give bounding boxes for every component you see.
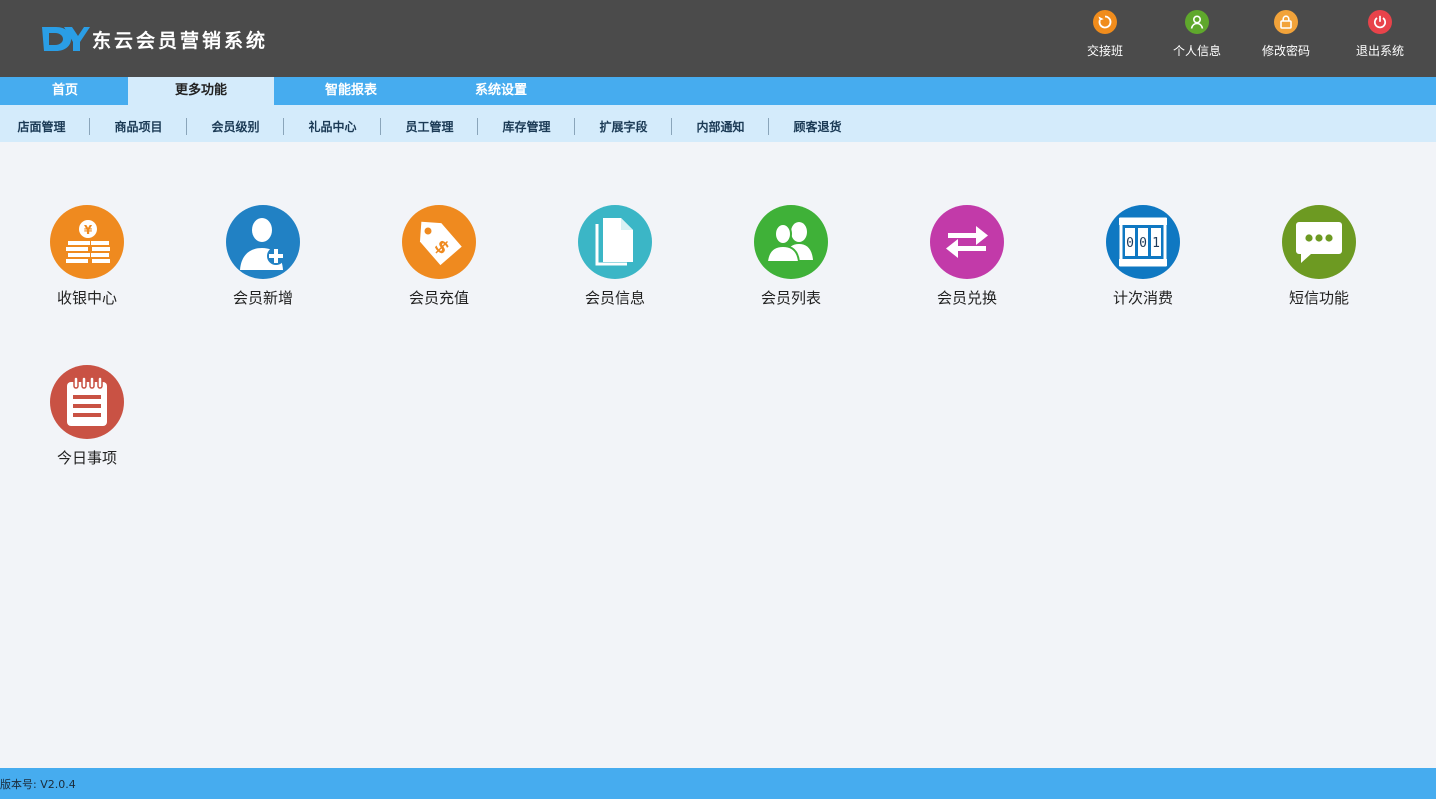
power-icon [1368,10,1392,34]
app-title: 东云会员营销系统 [92,29,269,52]
tab-smart-reports[interactable]: 智能报表 [278,77,424,105]
subnav-store-management[interactable]: 店面管理 [0,105,90,142]
tile-count-consumption[interactable]: 0 0 1 计次消费 [1083,205,1203,308]
subnav-products[interactable]: 商品项目 [90,105,187,142]
tab-more-functions[interactable]: 更多功能 [128,77,274,105]
tile-label: 今日事项 [56,449,117,467]
exchange-icon [930,205,1004,279]
svg-text:¥: ¥ [84,223,93,237]
handover-label: 交接班 [1086,44,1123,58]
tile-today-tasks[interactable]: 今日事项 [27,365,147,468]
tile-add-member[interactable]: 会员新增 [203,205,323,308]
tab-home[interactable]: 首页 [0,77,130,105]
tile-label: 收银中心 [56,289,117,307]
price-tag-icon: $ [402,205,476,279]
users-icon [754,205,828,279]
subnav-internal-notices[interactable]: 内部通知 [672,105,769,142]
version-label: 版本号: V2.0.4 [0,778,76,791]
add-user-icon [226,205,300,279]
notepad-icon [50,365,124,439]
handover-button[interactable]: 交接班 [1065,10,1145,59]
tile-member-list[interactable]: 会员列表 [731,205,851,308]
subnav-extended-fields[interactable]: 扩展字段 [575,105,672,142]
user-icon [1185,10,1209,34]
subnav-staff-management[interactable]: 员工管理 [381,105,478,142]
message-icon [1282,205,1356,279]
sub-nav: 店面管理 商品项目 会员级别 礼品中心 员工管理 库存管理 扩展字段 内部通知 … [0,105,1436,142]
tab-system-settings[interactable]: 系统设置 [428,77,574,105]
tile-cashier-center[interactable]: ¥ 收银中心 [27,205,147,308]
subnav-member-levels[interactable]: 会员级别 [187,105,284,142]
counter-icon: 0 0 1 [1106,205,1180,279]
subnav-inventory[interactable]: 库存管理 [478,105,575,142]
document-icon [578,205,652,279]
profile-label: 个人信息 [1172,44,1221,58]
tile-label: 会员兑换 [936,289,997,307]
tile-label: 会员充值 [408,289,469,307]
lock-icon [1274,10,1298,34]
header-bar: 东云会员营销系统 交接班 个人信息 修改密码 退出系统 [0,0,1436,77]
tile-sms[interactable]: 短信功能 [1259,205,1379,308]
tile-member-info[interactable]: 会员信息 [555,205,675,308]
app-logo: 东云会员营销系统 [40,22,268,56]
main-nav: 首页 更多功能 智能报表 系统设置 [0,77,1436,105]
subnav-customer-returns[interactable]: 顾客退货 [769,105,866,142]
dy-logo-icon [42,27,90,51]
tile-member-recharge[interactable]: $ 会员充值 [379,205,499,308]
subnav-gift-center[interactable]: 礼品中心 [284,105,381,142]
tile-label: 会员信息 [584,289,645,307]
counter-digit: 0 [1126,236,1134,251]
counter-digit: 0 [1139,236,1147,251]
tile-label: 短信功能 [1288,289,1349,307]
profile-button[interactable]: 个人信息 [1157,10,1237,59]
tile-label: 会员列表 [760,289,821,307]
change-password-button[interactable]: 修改密码 [1246,10,1326,59]
tile-label: 计次消费 [1112,289,1173,307]
refresh-icon [1093,10,1117,34]
change-password-label: 修改密码 [1261,44,1310,58]
counter-digit: 1 [1152,236,1160,251]
cash-icon: ¥ [50,205,124,279]
tile-member-exchange[interactable]: 会员兑换 [907,205,1027,308]
footer-bar: 版本号: V2.0.4 [0,768,1436,799]
tile-label: 会员新增 [232,289,293,307]
logout-button[interactable]: 退出系统 [1340,10,1420,59]
logout-label: 退出系统 [1355,44,1404,58]
